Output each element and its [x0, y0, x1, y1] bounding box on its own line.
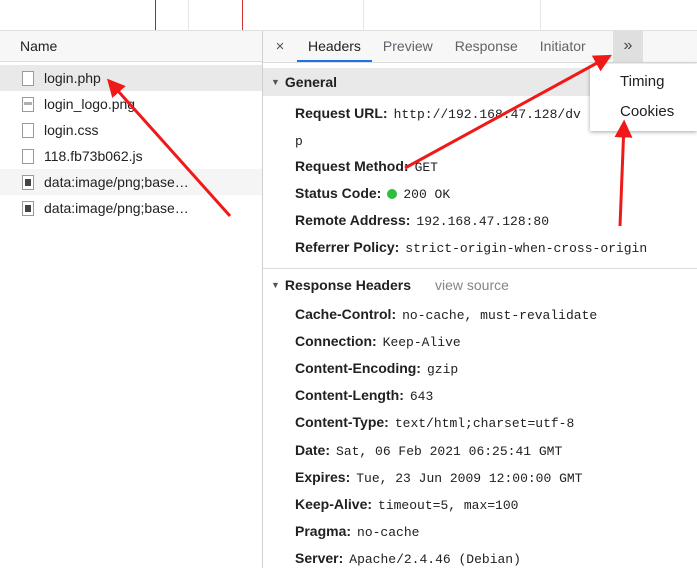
response-header-row: Content-Type: text/html;charset=utf-8: [295, 414, 574, 431]
referrer-policy-value: strict-origin-when-cross-origin: [405, 241, 648, 256]
header-value: text/html;charset=utf-8: [394, 416, 575, 431]
menu-item-timing[interactable]: Timing: [590, 67, 697, 97]
timeline-grid-line: [363, 0, 364, 30]
image-icon: [22, 96, 34, 112]
tab-response[interactable]: Response: [444, 31, 529, 62]
collapse-triangle-icon: ▼: [271, 280, 280, 290]
response-header-row: Server: Apache/2.4.46 (Debian): [295, 550, 521, 567]
response-header-row: Content-Encoding: gzip: [295, 360, 458, 377]
response-header-row: Cache-Control: no-cache, must-revalidate: [295, 306, 597, 323]
document-icon: [22, 148, 34, 164]
tab-headers[interactable]: Headers: [297, 31, 372, 62]
request-url-wrap-row: p: [295, 132, 303, 149]
response-header-row: Content-Length: 643: [295, 387, 433, 404]
timeline-grid-line: [540, 0, 541, 30]
request-method-row: Request Method: GET: [295, 158, 438, 175]
request-row-login-php[interactable]: login.php: [0, 65, 262, 91]
header-key: Content-Type:: [295, 414, 389, 430]
response-header-row: Keep-Alive: timeout=5, max=100: [295, 496, 518, 513]
request-method-label: Request Method:: [295, 158, 409, 174]
status-ok-icon: [387, 189, 398, 199]
request-name: 118.fb73b062.js: [44, 148, 143, 164]
status-code-label: Status Code:: [295, 185, 382, 201]
header-value: Sat, 06 Feb 2021 06:25:41 GMT: [336, 444, 563, 459]
image-icon: [22, 174, 34, 190]
request-list-panel: Name login.php login_logo.png login.css …: [0, 31, 263, 568]
details-tabbar: × Headers Preview Response Initiator »: [263, 31, 697, 63]
header-value: timeout=5, max=100: [378, 498, 519, 513]
request-name: login_logo.png: [44, 96, 136, 112]
header-key: Date:: [295, 442, 331, 458]
general-title: General: [284, 74, 338, 90]
header-value: gzip: [426, 362, 459, 377]
request-row-login-logo[interactable]: login_logo.png: [0, 91, 262, 117]
header-key: Cache-Control:: [295, 306, 397, 322]
document-icon: [22, 122, 34, 138]
status-code-row: Status Code: 200 OK: [295, 185, 450, 202]
image-icon: [22, 200, 34, 216]
response-header-row: Date: Sat, 06 Feb 2021 06:25:41 GMT: [295, 442, 562, 459]
more-tabs-chevron-icon[interactable]: »: [613, 31, 643, 62]
response-header-row: Connection: Keep-Alive: [295, 333, 461, 350]
request-name: data:image/png;base…: [44, 174, 189, 190]
request-method-value: GET: [414, 160, 438, 175]
tab-preview[interactable]: Preview: [372, 31, 444, 62]
header-key: Connection:: [295, 333, 377, 349]
document-icon: [22, 70, 34, 86]
header-value: Apache/2.4.46 (Debian): [349, 552, 521, 567]
header-key: Expires:: [295, 469, 351, 485]
referrer-policy-row: Referrer Policy: strict-origin-when-cross…: [295, 239, 647, 256]
header-key: Content-Encoding:: [295, 360, 421, 376]
remote-address-value: 192.168.47.128:80: [416, 214, 550, 229]
more-tabs-dropdown: Timing Cookies: [590, 64, 697, 131]
header-value: no-cache: [357, 525, 420, 540]
request-name: login.php: [44, 70, 101, 86]
status-code-value: 200 OK: [403, 187, 451, 202]
network-timeline: [0, 0, 697, 31]
collapse-triangle-icon: ▼: [271, 77, 280, 87]
request-row-data-image-1[interactable]: data:image/png;base…: [0, 169, 262, 195]
request-url-value-wrap: p: [295, 134, 303, 149]
header-key: Pragma:: [295, 523, 352, 539]
menu-item-cookies[interactable]: Cookies: [590, 97, 697, 127]
view-source-link[interactable]: view source: [435, 277, 509, 293]
load-event-marker: [242, 0, 243, 30]
response-headers-section-header[interactable]: ▼ Response Headers view source: [263, 271, 697, 299]
header-key: Server:: [295, 550, 344, 566]
close-icon[interactable]: ×: [263, 38, 297, 55]
timeline-grid-line: [188, 0, 189, 30]
response-headers-title: Response Headers: [284, 277, 411, 293]
header-value: Keep-Alive: [382, 335, 461, 350]
header-value: 643: [409, 389, 434, 404]
remote-address-row: Remote Address: 192.168.47.128:80: [295, 212, 549, 229]
request-url-label: Request URL:: [295, 105, 388, 121]
referrer-policy-label: Referrer Policy:: [295, 239, 400, 255]
request-url-row: Request URL: http://192.168.47.128/dv: [295, 105, 581, 122]
request-row-login-css[interactable]: login.css: [0, 117, 262, 143]
header-value: no-cache, must-revalidate: [402, 308, 598, 323]
tab-initiator[interactable]: Initiator: [529, 31, 597, 62]
header-key: Content-Length:: [295, 387, 404, 403]
section-divider: [263, 268, 697, 269]
dom-content-loaded-marker: [155, 0, 156, 30]
request-name: login.css: [44, 122, 99, 138]
request-row-data-image-2[interactable]: data:image/png;base…: [0, 195, 262, 221]
response-header-row: Pragma: no-cache: [295, 523, 419, 540]
request-name: data:image/png;base…: [44, 200, 189, 216]
request-row-js[interactable]: 118.fb73b062.js: [0, 143, 262, 169]
name-column-label: Name: [20, 38, 58, 54]
response-header-row: Expires: Tue, 23 Jun 2009 12:00:00 GMT: [295, 469, 583, 486]
header-key: Keep-Alive:: [295, 496, 373, 512]
remote-address-label: Remote Address:: [295, 212, 411, 228]
header-value: Tue, 23 Jun 2009 12:00:00 GMT: [356, 471, 583, 486]
request-url-value: http://192.168.47.128/dv: [393, 107, 581, 122]
name-column-header[interactable]: Name: [0, 31, 262, 62]
